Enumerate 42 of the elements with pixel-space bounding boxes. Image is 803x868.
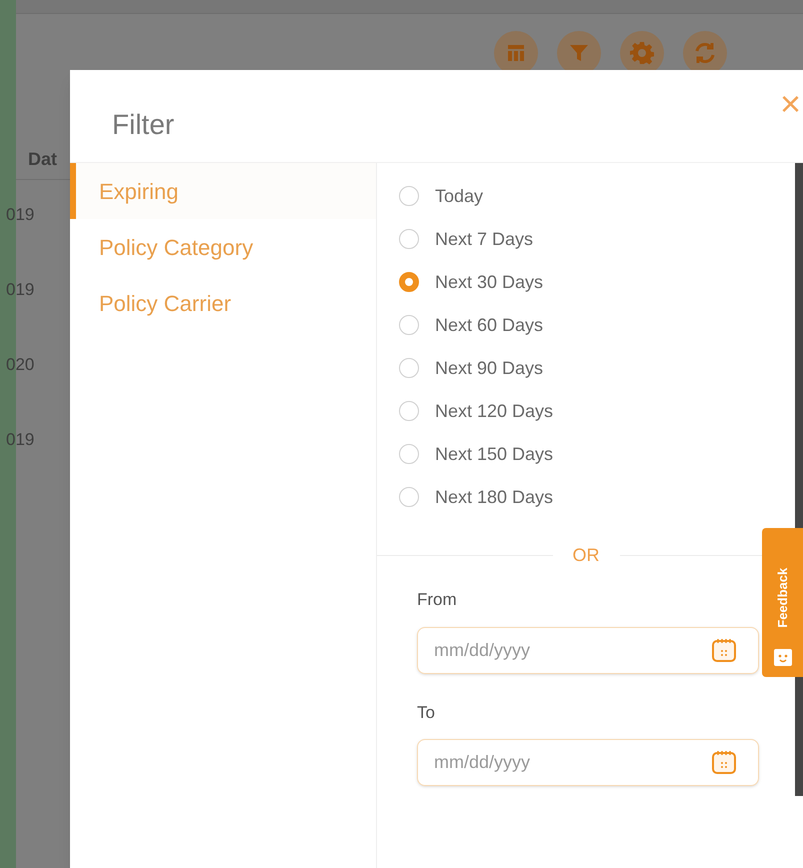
feedback-tab[interactable]: Feedback [762,528,803,677]
radio-button[interactable] [399,401,419,421]
option-label: Next 30 Days [435,270,544,294]
option-label: Next 120 Days [435,400,554,423]
scrollbar-segment[interactable] [795,163,803,528]
dialog-title: Filter [112,108,174,142]
field-label: To [417,702,436,724]
close-button[interactable]: × [780,86,801,122]
radio-button[interactable] [399,487,419,507]
refresh-icon [693,41,717,65]
scrollbar-segment[interactable] [795,677,803,796]
radio-button[interactable] [399,358,419,378]
option-label: Next 150 Days [435,442,554,466]
calendar-icon [711,749,737,775]
option-label: Next 7 Days [435,228,534,251]
option-label: Today [435,184,484,208]
category-tab[interactable]: Expiring [70,163,376,219]
option-label: Next 60 Days [435,314,544,337]
radio-button[interactable] [399,315,419,335]
feedback-label: Feedback [774,568,791,628]
calendar-icon [711,636,737,662]
table-cell-text: 020 [6,354,34,376]
option-label: Next 180 Days [435,486,554,509]
table-cell-text: 019 [6,279,34,301]
category-tab[interactable]: Policy Carrier [70,275,376,331]
table-cell-text: 019 [6,429,34,451]
column-header: Dat [28,148,58,171]
field-label: From [417,589,458,611]
columns-icon [507,44,525,62]
category-tab[interactable]: Policy Category [70,219,376,275]
smiley-icon [772,647,792,667]
option-label: Next 90 Days [435,356,544,380]
radio-button[interactable] [399,272,419,292]
date-field[interactable]: mm/dd/yyyy [417,626,759,674]
radio-button[interactable] [399,444,419,464]
separator-label: OR [572,544,600,567]
filter-icon [569,43,589,63]
date-field[interactable]: mm/dd/yyyy [417,739,759,786]
settings-icon [630,41,654,65]
radio-button[interactable] [399,186,419,206]
table-cell-text: 019 [6,204,34,226]
radio-button[interactable] [399,229,419,249]
